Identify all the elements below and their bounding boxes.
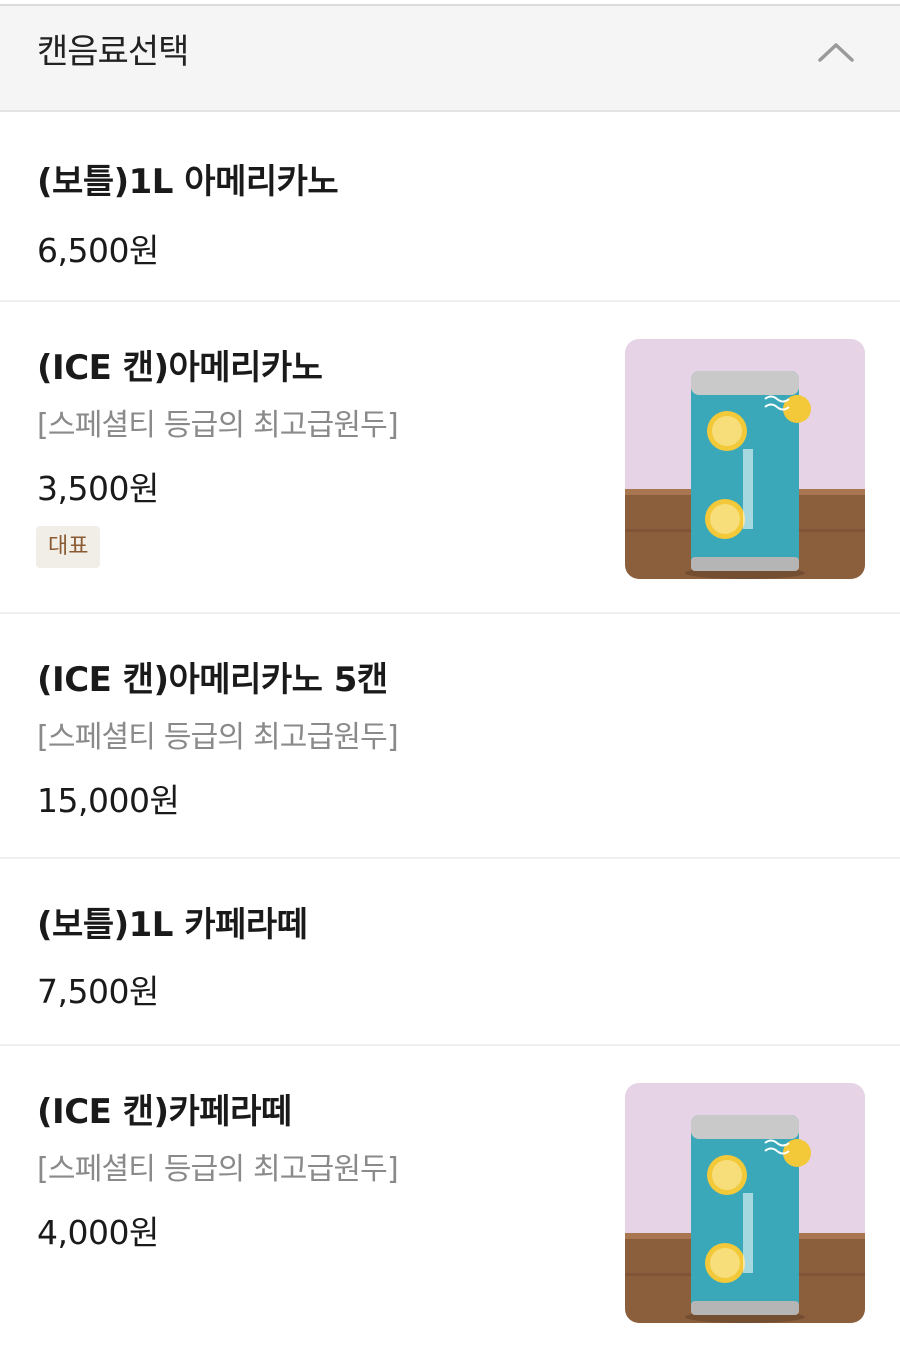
menu-item[interactable]: (보틀)1L 카페라떼 7,500원 bbox=[0, 859, 900, 1046]
product-image[interactable] bbox=[625, 1083, 865, 1323]
item-price: 4,000원 bbox=[37, 1213, 159, 1252]
product-image[interactable] bbox=[625, 339, 865, 579]
item-description: [스페셜티 등급의 최고급원두] bbox=[37, 720, 399, 755]
item-name: (ICE 캔)카페라떼 bbox=[37, 1092, 292, 1132]
item-description: [스페셜티 등급의 최고급원두] bbox=[37, 1152, 399, 1187]
item-price: 7,500원 bbox=[37, 972, 159, 1011]
item-price: 3,500원 bbox=[37, 469, 159, 508]
menu-item[interactable]: (ICE 캔)아메리카노 [스페셜티 등급의 최고급원두] 3,500원 대표 bbox=[0, 302, 900, 614]
can-product-photo bbox=[625, 339, 865, 579]
item-description: [스페셜티 등급의 최고급원두] bbox=[37, 408, 399, 443]
menu-item[interactable]: (보틀)1L 아메리카노 6,500원 bbox=[0, 112, 900, 302]
item-name: (보틀)1L 아메리카노 bbox=[37, 162, 339, 202]
item-price: 15,000원 bbox=[37, 781, 180, 820]
signature-badge: 대표 bbox=[36, 526, 101, 568]
section-header[interactable]: 캔음료선택 bbox=[0, 6, 900, 112]
menu-item[interactable]: (ICE 캔)아메리카노 5캔 [스페셜티 등급의 최고급원두] 15,000원 bbox=[0, 614, 900, 859]
chevron-up-icon[interactable] bbox=[816, 36, 856, 66]
menu-item[interactable]: (ICE 캔)카페라떼 [스페셜티 등급의 최고급원두] 4,000원 bbox=[0, 1046, 900, 1348]
menu-page: 캔음료선택 (보틀)1L 아메리카노 6,500원 (ICE 캔)아메리카노 [… bbox=[0, 0, 900, 1350]
item-name: (ICE 캔)아메리카노 5캔 bbox=[37, 660, 388, 700]
section-title: 캔음료선택 bbox=[37, 32, 189, 72]
item-name: (ICE 캔)아메리카노 bbox=[37, 348, 323, 388]
item-name: (보틀)1L 카페라떼 bbox=[37, 905, 308, 945]
can-product-photo bbox=[625, 1083, 865, 1323]
item-price: 6,500원 bbox=[37, 231, 159, 270]
